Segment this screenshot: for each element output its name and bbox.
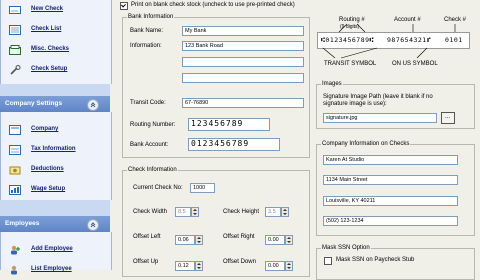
company-line1-field[interactable]: Karen At Studio bbox=[323, 155, 458, 165]
sidebar-item-list-employee[interactable]: List Employee bbox=[1, 262, 109, 278]
collapse-button[interactable] bbox=[87, 219, 99, 231]
bank-address-line2-field[interactable] bbox=[182, 57, 304, 67]
images-group: Images Signature Image Path (leave it bl… bbox=[316, 81, 475, 129]
offset-right-spinner[interactable] bbox=[285, 235, 293, 245]
sidebar-item-tax-information[interactable]: Tax Information bbox=[1, 142, 109, 158]
group-title: Images bbox=[321, 81, 343, 87]
check-width-label: Check Width bbox=[133, 209, 168, 215]
company-icon bbox=[9, 125, 21, 135]
sidebar-item-label: Misc. Checks bbox=[31, 46, 70, 52]
company-settings-panel: Company Tax Information Deductions Wage … bbox=[0, 112, 112, 200]
sidebar-item-label: Deductions bbox=[31, 166, 64, 172]
routing-number-label: Routing Number: bbox=[130, 122, 176, 128]
company-settings-header[interactable]: Company Settings bbox=[0, 96, 110, 112]
bank-name-field[interactable]: My Bank bbox=[182, 26, 304, 36]
print-blank-checkbox[interactable] bbox=[120, 2, 128, 10]
transit-symbol-caption: TRANSIT SYMBOL bbox=[324, 61, 377, 67]
mask-ssn-group: Mask SSN Option Mask SSN on Paycheck Stu… bbox=[316, 245, 475, 280]
sidebar-item-label: Check Setup bbox=[31, 66, 68, 72]
sidebar-item-label: Check List bbox=[31, 26, 62, 32]
sidebar-item-new-check[interactable]: New Check bbox=[1, 2, 109, 18]
check-list-icon bbox=[9, 25, 21, 35]
check-height-field[interactable]: 3.5 bbox=[265, 207, 281, 217]
employees-panel: Add Employee List Employee bbox=[0, 232, 112, 275]
collapse-button[interactable] bbox=[87, 99, 99, 111]
group-title: Bank Information bbox=[127, 14, 175, 20]
tax-icon bbox=[9, 145, 21, 155]
sidebar-item-check-list[interactable]: Check List bbox=[1, 22, 109, 38]
group-title: Check Information bbox=[127, 167, 178, 173]
offset-right-field[interactable]: 0.00 bbox=[265, 235, 285, 245]
bank-address-line1-field[interactable]: 123 Bank Road bbox=[182, 41, 304, 51]
list-employee-icon bbox=[11, 265, 17, 275]
chevron-up-icon bbox=[90, 102, 96, 108]
add-employee-icon bbox=[11, 245, 20, 255]
deductions-icon bbox=[9, 166, 21, 175]
offset-left-label: Offset Left bbox=[133, 234, 161, 240]
sidebar-item-misc-checks[interactable]: Misc. Checks bbox=[1, 42, 109, 58]
sidebar-item-wage-setup[interactable]: Wage Setup bbox=[1, 182, 109, 198]
offset-left-field[interactable]: 0.06 bbox=[175, 235, 195, 245]
bank-address-line3-field[interactable] bbox=[182, 73, 304, 83]
wrench-icon bbox=[10, 65, 21, 75]
check-setup-panel: Print on blank check stock (uncheck to u… bbox=[113, 0, 480, 280]
company-line4-field[interactable]: (502) 123-1234 bbox=[323, 216, 458, 226]
company-line3-field[interactable]: Louisville, KY 40211 bbox=[323, 196, 458, 206]
sidebar-item-label: List Employee bbox=[31, 266, 72, 272]
wage-icon bbox=[9, 185, 21, 195]
sidebar-item-check-setup[interactable]: Check Setup bbox=[1, 62, 109, 78]
transit-code-label: Transit Code: bbox=[130, 100, 166, 106]
sidebar-item-label: Company bbox=[31, 126, 59, 132]
new-check-icon bbox=[9, 6, 21, 14]
misc-checks-icon bbox=[9, 45, 21, 55]
sidebar-item-add-employee[interactable]: Add Employee bbox=[1, 242, 109, 258]
employees-header[interactable]: Employees bbox=[0, 216, 110, 232]
sidebar-item-label: Tax Information bbox=[31, 146, 76, 152]
bank-name-label: Bank Name: bbox=[130, 28, 164, 34]
group-title: Company Information on Checks bbox=[321, 141, 411, 147]
signature-path-field[interactable]: signature.jpg bbox=[323, 113, 437, 123]
bank-account-field[interactable]: 0123456789 bbox=[188, 138, 280, 151]
sidebar-item-label: New Check bbox=[31, 6, 64, 12]
bank-information-group: Bank Information Bank Name: My Bank Info… bbox=[122, 14, 310, 158]
sidebar-item-deductions[interactable]: Deductions bbox=[1, 162, 109, 178]
transit-code-field[interactable]: 67-76890 bbox=[182, 98, 304, 108]
bank-account-label: Bank Account: bbox=[130, 142, 169, 148]
check-height-label: Check Height bbox=[223, 209, 260, 215]
routing-number-field[interactable]: 123456789 bbox=[188, 118, 270, 131]
browse-button[interactable]: ... bbox=[441, 112, 455, 124]
check-width-spinner[interactable] bbox=[191, 207, 199, 217]
offset-down-label: Offset Down bbox=[223, 259, 256, 265]
offset-left-spinner[interactable] bbox=[195, 235, 203, 245]
offset-right-label: Offset Right bbox=[223, 234, 255, 240]
section-title: Employees bbox=[5, 220, 40, 227]
mask-ssn-label: Mask SSN on Paycheck Stub bbox=[336, 257, 415, 263]
check-information-group: Check Information Current Check No: 1000… bbox=[122, 167, 310, 277]
chevron-up-icon bbox=[90, 222, 96, 228]
print-blank-label: Print on blank check stock (uncheck to u… bbox=[131, 2, 295, 8]
company-line2-field[interactable]: 1134 Main Street bbox=[323, 175, 458, 185]
sidebar-check-panel: New Check Check List Misc. Checks Check … bbox=[0, 0, 112, 84]
offset-up-label: Offset Up bbox=[133, 259, 159, 265]
check-width-field[interactable]: 8.5 bbox=[175, 207, 191, 217]
sidebar-item-label: Add Employee bbox=[31, 246, 73, 252]
sidebar-item-label: Wage Setup bbox=[31, 186, 66, 192]
browse-label: ... bbox=[445, 114, 451, 120]
check-height-spinner[interactable] bbox=[281, 207, 289, 217]
current-check-field[interactable]: 1000 bbox=[190, 183, 215, 193]
signature-path-label: Signature Image Path (leave it blank if … bbox=[323, 94, 433, 107]
on-us-symbol-caption: ON US SYMBOL bbox=[392, 61, 438, 67]
group-title: Mask SSN Option bbox=[321, 245, 371, 251]
mask-ssn-checkbox[interactable] bbox=[324, 257, 332, 265]
information-label: Information: bbox=[130, 43, 162, 49]
current-check-label: Current Check No: bbox=[133, 185, 183, 191]
sidebar: New Check Check List Misc. Checks Check … bbox=[0, 0, 112, 275]
section-title: Company Settings bbox=[5, 100, 63, 107]
sidebar-item-company[interactable]: Company bbox=[1, 122, 109, 138]
company-info-group: Company Information on Checks Karen At S… bbox=[316, 141, 475, 236]
